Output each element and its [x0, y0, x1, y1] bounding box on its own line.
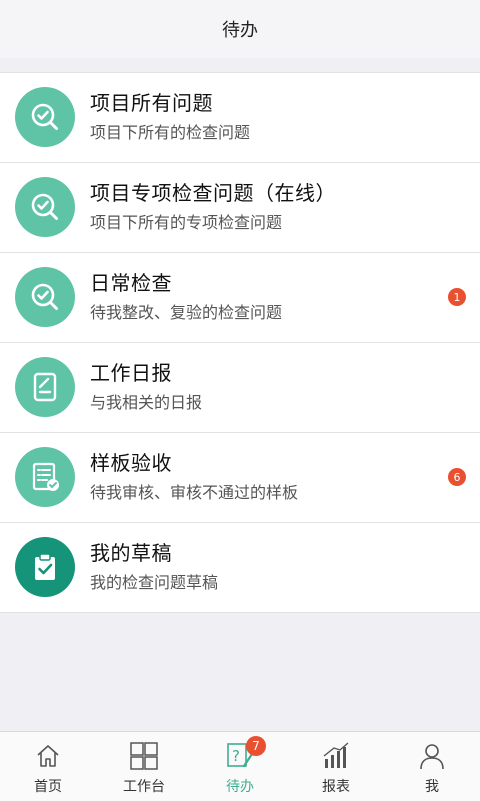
item-subtitle: 与我相关的日报	[90, 393, 203, 412]
list-item-sample-acceptance[interactable]: 样板验收 待我审核、审核不通过的样板 6	[0, 433, 480, 523]
tab-me[interactable]: 我	[384, 732, 480, 801]
count-badge: 1	[448, 288, 466, 306]
item-subtitle: 我的检查问题草稿	[90, 573, 219, 592]
item-title: 工作日报	[90, 361, 172, 385]
user-icon	[416, 740, 448, 772]
item-title: 我的草稿	[90, 541, 172, 565]
item-title: 样板验收	[90, 451, 172, 475]
sample-acceptance-icon	[15, 447, 75, 507]
svg-text:?: ?	[232, 747, 240, 765]
bottom-tab-bar: 首页 工作台 ? 待办 7 报表 我	[0, 731, 480, 801]
todo-list: 项目所有问题 项目下所有的检查问题 项目专项检查问题（在线） 项目下所有的专项检…	[0, 72, 480, 613]
list-item-all-issues[interactable]: 项目所有问题 项目下所有的检查问题	[0, 73, 480, 163]
item-subtitle: 待我审核、审核不通过的样板	[90, 483, 299, 502]
tab-label: 首页	[34, 779, 62, 795]
clipboard-check-icon	[15, 537, 75, 597]
tab-workbench[interactable]: 工作台	[96, 732, 192, 801]
top-bar: 待办	[0, 0, 480, 58]
item-subtitle: 项目下所有的检查问题	[90, 123, 251, 142]
tab-reports[interactable]: 报表	[288, 732, 384, 801]
tab-todo[interactable]: ? 待办 7	[192, 732, 288, 801]
tab-badge: 7	[246, 736, 266, 756]
bar-chart-icon	[320, 740, 352, 772]
inspect-search-icon	[15, 87, 75, 147]
grid-icon	[128, 740, 160, 772]
inspect-search-icon	[15, 267, 75, 327]
list-item-my-drafts[interactable]: 我的草稿 我的检查问题草稿	[0, 523, 480, 613]
item-subtitle: 待我整改、复验的检查问题	[90, 303, 283, 322]
item-title: 项目专项检查问题（在线）	[90, 181, 336, 205]
daily-report-icon	[15, 357, 75, 417]
item-title: 项目所有问题	[90, 91, 213, 115]
tab-label: 报表	[322, 779, 350, 795]
count-badge: 6	[448, 468, 466, 486]
tab-label: 待办	[226, 779, 254, 795]
tab-home[interactable]: 首页	[0, 732, 96, 801]
inspect-search-icon	[15, 177, 75, 237]
item-title: 日常检查	[90, 271, 172, 295]
item-subtitle: 项目下所有的专项检查问题	[90, 213, 283, 232]
list-item-daily-inspection[interactable]: 日常检查 待我整改、复验的检查问题 1	[0, 253, 480, 343]
home-icon	[32, 740, 64, 772]
page-title: 待办	[222, 20, 258, 41]
tab-label: 我	[425, 779, 439, 795]
list-item-special-issues[interactable]: 项目专项检查问题（在线） 项目下所有的专项检查问题	[0, 163, 480, 253]
tab-label: 工作台	[123, 779, 165, 795]
list-item-daily-report[interactable]: 工作日报 与我相关的日报	[0, 343, 480, 433]
